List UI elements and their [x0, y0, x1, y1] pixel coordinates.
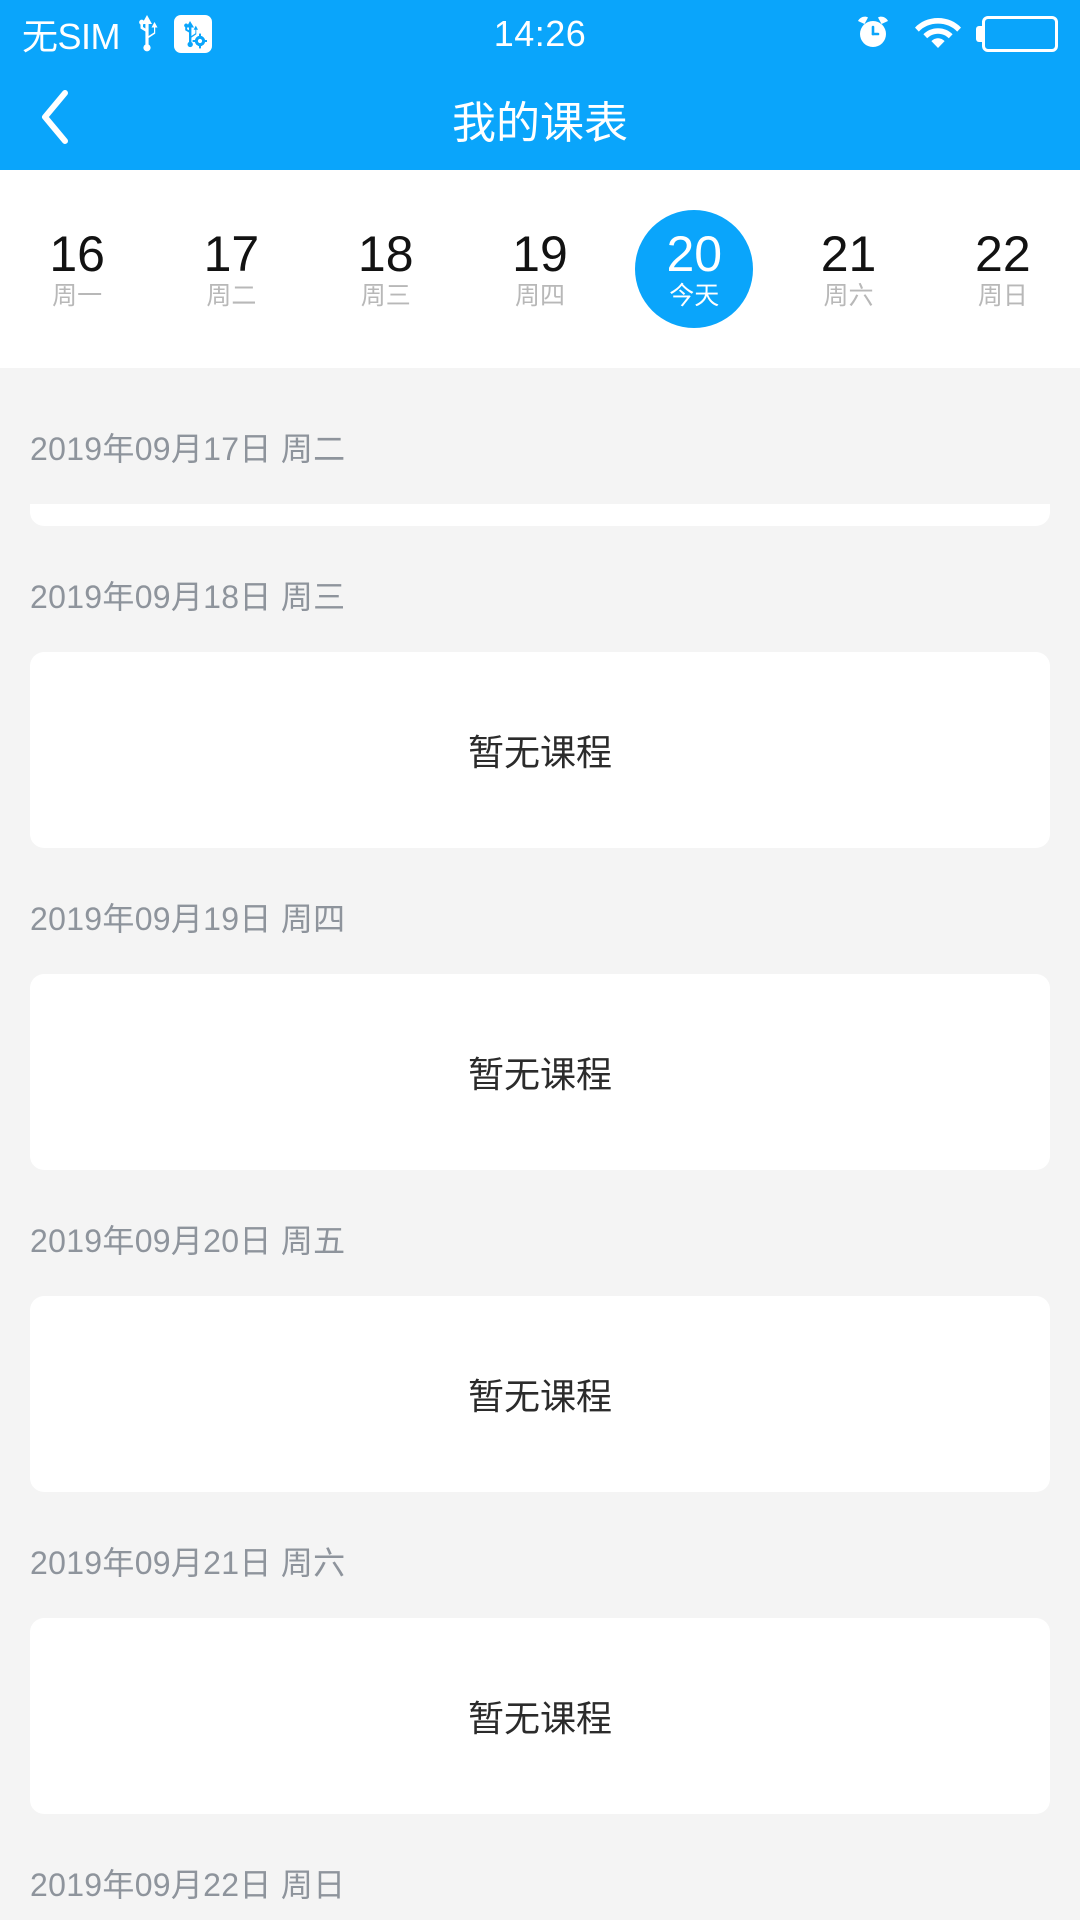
empty-course-label: 暂无课程: [467, 1698, 612, 1739]
empty-course-label: 暂无课程: [467, 732, 612, 773]
day-item-17[interactable]: 17 周二: [154, 170, 308, 368]
day-item-20[interactable]: 20 今天: [617, 170, 771, 368]
schedule-section: 2019年09月17日 周二暂无课程: [0, 368, 1080, 526]
day-inner: 19 周四: [481, 210, 599, 328]
page-title: 我的课表: [452, 99, 628, 148]
empty-course-label: 暂无课程: [467, 1054, 612, 1095]
day-number: 18: [357, 226, 414, 282]
section-date-header: 2019年09月18日 周三: [30, 579, 346, 615]
battery-icon: [982, 16, 1058, 52]
schedule-section: 2019年09月21日 周六暂无课程: [0, 1492, 1080, 1814]
section-date-header: 2019年09月19日 周四: [30, 901, 346, 937]
day-weekday-label: 周二: [206, 281, 257, 310]
schedule-section: 2019年09月22日 周日暂无课程: [0, 1814, 1080, 1920]
section-date-header: 2019年09月20日 周五: [30, 1223, 346, 1259]
back-button[interactable]: [0, 68, 110, 170]
schedule-section: 2019年09月18日 周三暂无课程: [0, 526, 1080, 848]
empty-course-label: 暂无课程: [467, 1376, 612, 1417]
schedule-list[interactable]: 2019年09月17日 周二暂无课程2019年09月18日 周三暂无课程2019…: [0, 368, 1080, 1920]
day-item-18[interactable]: 18 周三: [309, 170, 463, 368]
day-inner: 17 周二: [172, 210, 290, 328]
alarm-clock-icon: [852, 11, 894, 58]
status-bar: 无SIM 14:26: [0, 0, 1080, 68]
schedule-card[interactable]: 暂无课程: [30, 1618, 1050, 1814]
day-number: 16: [49, 226, 105, 282]
schedule-card[interactable]: 暂无课程: [30, 1296, 1050, 1492]
nav-bar: 我的课表: [0, 68, 1080, 170]
chevron-left-icon: [38, 88, 72, 151]
day-item-21[interactable]: 21 周六: [771, 170, 925, 368]
schedule-card[interactable]: 暂无课程: [30, 504, 1050, 526]
day-inner: 20 今天: [635, 210, 754, 328]
carrier-label: 无SIM: [22, 16, 121, 57]
day-weekday-label: 今天: [669, 281, 720, 310]
schedule-section: 2019年09月19日 周四暂无课程: [0, 848, 1080, 1170]
section-date-header: 2019年09月21日 周六: [30, 1545, 346, 1581]
usb-settings-icon: [174, 15, 213, 53]
day-number: 21: [820, 226, 877, 282]
section-date-header: 2019年09月17日 周二: [30, 431, 346, 467]
day-inner: 16 周一: [18, 210, 136, 328]
day-weekday-label: 周日: [977, 281, 1028, 310]
day-number: 17: [203, 226, 260, 282]
day-item-22[interactable]: 22 周日: [926, 170, 1080, 368]
day-number: 19: [512, 226, 568, 282]
schedule-card[interactable]: 暂无课程: [30, 652, 1050, 848]
section-date-header: 2019年09月22日 周日: [30, 1867, 346, 1903]
status-bar-right: [852, 11, 1058, 58]
day-inner: 21 周六: [790, 210, 908, 328]
schedule-section: 2019年09月20日 周五暂无课程: [0, 1170, 1080, 1492]
day-inner: 22 周日: [944, 210, 1062, 328]
status-bar-left: 无SIM: [22, 8, 213, 60]
day-inner: 18 周三: [327, 210, 445, 328]
usb-icon: [134, 12, 160, 57]
day-number: 22: [975, 226, 1031, 282]
day-weekday-label: 周四: [514, 281, 565, 310]
day-item-19[interactable]: 19 周四: [463, 170, 617, 368]
day-weekday-label: 周一: [52, 281, 103, 310]
week-day-selector: 16 周一 17 周二 18 周三 19 周四 20 今天 21 周六 22 周日: [0, 170, 1080, 368]
day-weekday-label: 周三: [360, 281, 411, 310]
day-number: 20: [666, 226, 723, 282]
day-weekday-label: 周六: [823, 281, 874, 310]
wifi-icon: [914, 14, 962, 55]
day-item-16[interactable]: 16 周一: [0, 170, 154, 368]
schedule-card[interactable]: 暂无课程: [30, 974, 1050, 1170]
